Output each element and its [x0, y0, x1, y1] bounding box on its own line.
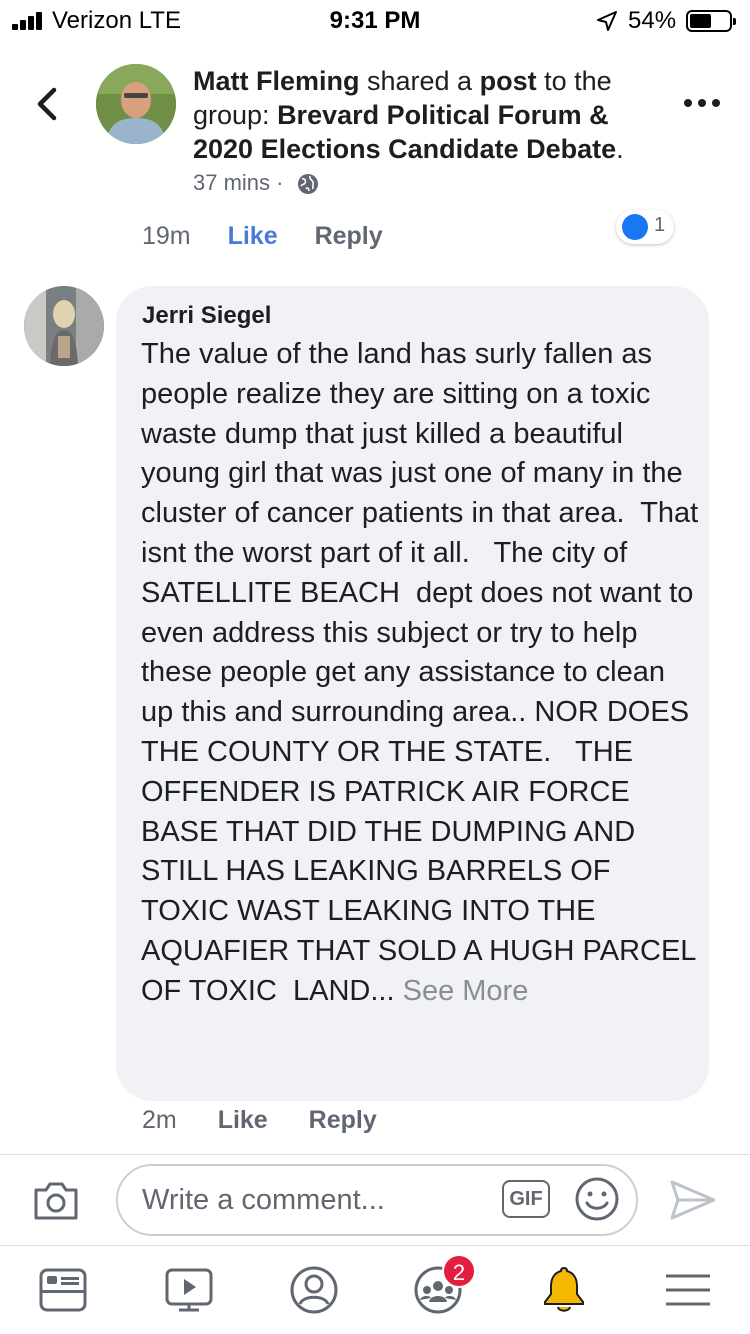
nav-divider	[0, 1245, 750, 1246]
more-options-button[interactable]	[684, 96, 720, 110]
send-button[interactable]	[668, 1178, 718, 1222]
previous-comment-actions: 19m Like Reply	[142, 222, 413, 251]
profile-icon	[290, 1266, 338, 1314]
back-button[interactable]	[30, 84, 66, 124]
comment-input-placeholder: Write a comment...	[142, 1184, 385, 1216]
nav-menu[interactable]	[662, 1264, 714, 1316]
status-bar: Verizon LTE 9:31 PM 54%	[0, 0, 750, 40]
comment-actions: 2m Like Reply	[142, 1106, 411, 1135]
smiley-icon	[575, 1177, 619, 1221]
see-more-link[interactable]: See More	[403, 975, 529, 1007]
comment-time: 2m	[142, 1106, 177, 1134]
notifications-icon	[544, 1266, 584, 1312]
previous-comment-time: 19m	[142, 222, 191, 250]
comment-text: The value of the land has surly fallen a…	[141, 338, 707, 1007]
post-meta: 37 mins ·	[193, 170, 320, 196]
watch-icon	[165, 1268, 213, 1312]
shared-post-link[interactable]: post	[480, 66, 537, 96]
avatar-photo	[96, 64, 176, 144]
meta-separator: ·	[276, 170, 284, 195]
nav-profile[interactable]	[288, 1264, 340, 1316]
chevron-left-icon	[37, 87, 57, 121]
send-icon	[670, 1180, 716, 1220]
comment-reply-button[interactable]: Reply	[309, 1106, 377, 1134]
comment-like-button[interactable]: Like	[218, 1106, 268, 1134]
previous-comment-like-button[interactable]: Like	[228, 222, 278, 250]
reaction-count: 1	[654, 214, 666, 236]
composer-divider	[0, 1154, 750, 1155]
previous-comment-reply-button[interactable]: Reply	[315, 222, 383, 250]
post-time[interactable]: 37 mins	[193, 170, 270, 195]
author-name[interactable]: Matt Fleming	[193, 66, 360, 96]
battery-icon	[686, 10, 736, 32]
comment-body: The value of the land has surly fallen a…	[141, 335, 701, 1012]
header-period: .	[616, 134, 624, 164]
commenter-avatar-photo	[24, 286, 104, 366]
comment-input[interactable]: Write a comment...	[116, 1164, 638, 1236]
commenter-avatar[interactable]	[24, 286, 104, 366]
share-action-text: shared a	[359, 66, 480, 96]
like-reaction-icon	[622, 214, 648, 240]
commenter-name[interactable]: Jerri Siegel	[142, 302, 271, 330]
camera-button[interactable]	[32, 1178, 80, 1222]
nav-news-feed[interactable]	[37, 1264, 89, 1316]
author-avatar[interactable]	[96, 64, 176, 144]
emoji-button[interactable]	[574, 1176, 620, 1222]
post-share-header: Matt Fleming shared a post to the group:…	[193, 64, 663, 166]
globe-icon	[297, 174, 318, 195]
battery-percent: 54%	[628, 7, 677, 34]
nav-notifications[interactable]	[538, 1264, 590, 1316]
location-arrow-icon	[597, 11, 617, 31]
reaction-summary[interactable]: 1	[616, 210, 674, 244]
groups-notification-badge: 2	[442, 1254, 476, 1288]
gif-button[interactable]: GIF	[502, 1180, 550, 1218]
nav-watch[interactable]	[163, 1264, 215, 1316]
menu-icon	[666, 1274, 710, 1306]
camera-icon	[34, 1182, 78, 1220]
news-feed-icon	[39, 1268, 87, 1312]
